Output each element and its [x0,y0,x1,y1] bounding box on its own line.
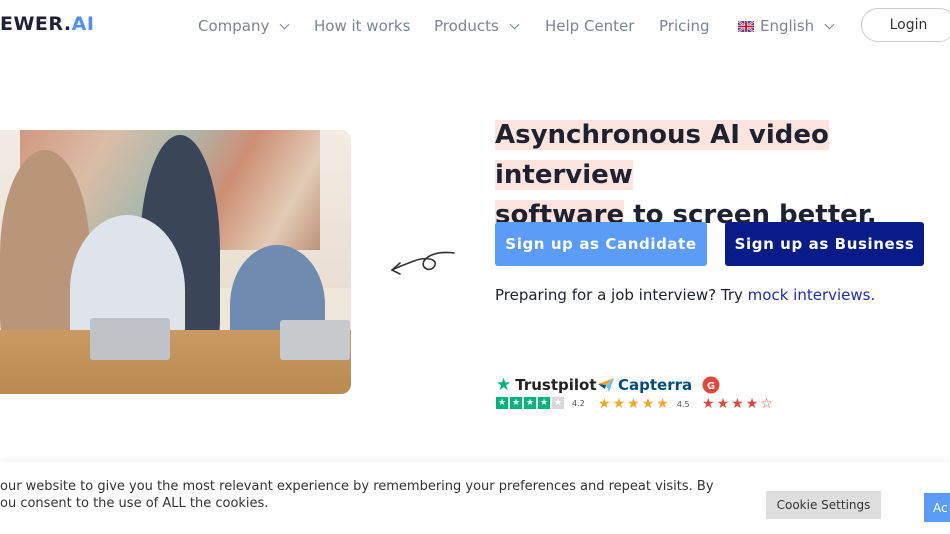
star-icon: ★ [538,397,550,409]
trustpilot-stars: ★ ★ ★ ★ ★ 4.2 [496,397,597,409]
star-icon: ★ [598,396,611,412]
star-icon: ★ [612,396,626,412]
mock-interview-prompt: Preparing for a job interview? Try mock … [495,286,875,304]
half-star-icon: ☆ [760,396,773,412]
cookie-text: our website to give you the most relevan… [0,478,720,512]
trustpilot-rating[interactable]: ★ Trustpilot ★ ★ ★ ★ ★ 4.2 [496,376,597,409]
nav-pricing-label: Pricing [659,17,710,35]
star-icon: ★ [716,396,730,412]
nav-pricing[interactable]: Pricing [659,17,710,35]
chevron-down-icon [509,19,520,29]
star-icon: ★ [641,396,655,412]
nav-help-center[interactable]: Help Center [545,17,634,35]
mock-prefix: Preparing for a job interview? Try [495,286,748,304]
star-icon: ★ [510,397,522,409]
nav-how-it-works[interactable]: How it works [314,17,410,35]
svg-text:G: G [707,381,715,392]
star-icon: ★ [627,396,640,412]
signup-business-button[interactable]: Sign up as Business [725,222,924,266]
g2-stars: ★ ★ ★ ★ ☆ [702,397,773,411]
logo[interactable]: EWER.AI [0,13,94,35]
uk-flag-icon [738,20,754,32]
headline-line1: Asynchronous AI video interview [495,120,829,190]
nav-company[interactable]: Company [198,17,290,35]
cookie-text-line1: our website to give you the most relevan… [0,479,714,494]
capterra-logo-icon [598,378,614,392]
mock-interviews-link[interactable]: mock interviews. [748,286,876,304]
nav-company-label: Company [198,17,270,35]
trustpilot-score: 4.2 [572,398,585,408]
capterra-name: Capterra [618,376,693,394]
star-icon: ★ [702,396,715,412]
photo-laptop [280,320,350,360]
g2-rating[interactable]: G ★ ★ ★ ★ ☆ [702,376,773,411]
capterra-rating[interactable]: Capterra ★ ★ ★ ★ ★ 4.5 [598,376,692,411]
nav-how-it-works-label: How it works [314,17,411,35]
login-button[interactable]: Login [861,8,950,42]
hero-photo [0,130,351,394]
photo-laptop [90,318,170,360]
star-icon: ★ [731,396,744,412]
trustpilot-star-icon: ★ [496,374,512,395]
star-icon: ★ [656,396,669,412]
nav-help-center-label: Help Center [545,17,635,35]
star-icon: ★ [524,397,536,409]
chevron-down-icon [279,19,290,29]
signup-candidate-button[interactable]: Sign up as Candidate [495,222,707,266]
cookie-text-line2: ou consent to the use of ALL the cookies… [0,496,269,511]
star-icon: ★ [552,397,564,409]
language-selector[interactable]: English [738,17,835,35]
logo-text: EWER. [0,13,72,35]
chevron-down-icon [824,19,835,29]
top-nav: EWER.AI Company How it works Products He… [0,0,950,52]
logo-accent: AI [71,13,95,35]
capterra-score: 4.5 [676,399,690,409]
g2-logo-icon: G [702,376,720,394]
trustpilot-name: Trustpilot [515,376,597,394]
star-icon: ★ [496,397,508,409]
curly-arrow-icon [391,251,455,275]
cookie-settings-button[interactable]: Cookie Settings [766,491,881,519]
capterra-stars: ★ ★ ★ ★ ★ 4.5 [598,397,692,411]
accept-cookies-button[interactable]: Ac [924,493,950,522]
language-label: English [760,17,815,35]
nav-products[interactable]: Products [434,17,520,35]
nav-products-label: Products [434,17,499,35]
star-icon: ★ [745,396,759,412]
